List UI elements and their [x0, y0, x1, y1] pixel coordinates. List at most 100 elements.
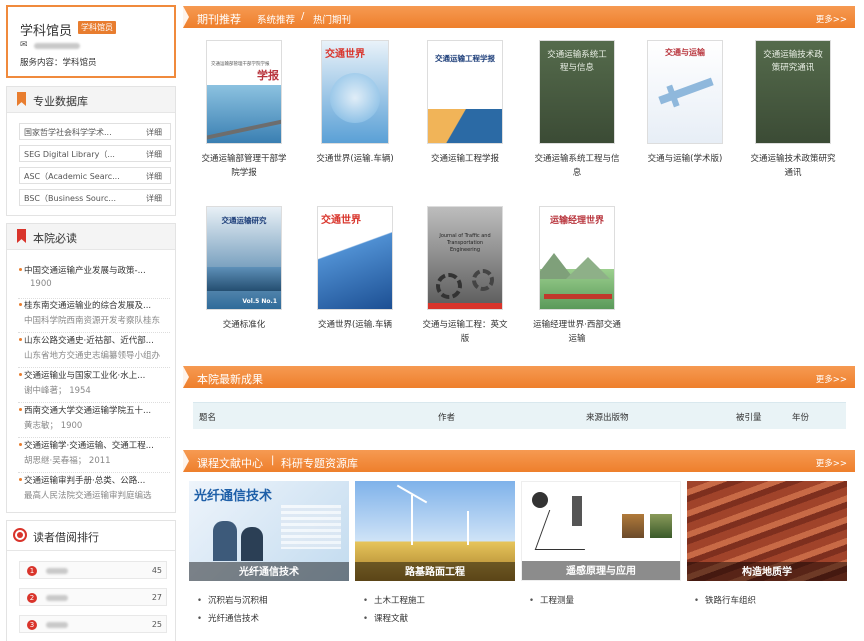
- journal-cover[interactable]: 交通运输部管理干部学院学报 学报: [206, 40, 282, 144]
- col-author: 作者: [438, 413, 456, 423]
- journal-card[interactable]: 交通世界 交通世界(运输.车辆: [310, 206, 400, 332]
- journal-cover[interactable]: 交通世界: [317, 206, 393, 310]
- must-read-link[interactable]: 交通运输审判手册·总类、公路...: [24, 474, 170, 486]
- must-read-header: 本院必读: [7, 224, 175, 250]
- achievements-title: 本院最新成果: [197, 373, 263, 386]
- ranking-row[interactable]: 1 45: [19, 561, 167, 579]
- list-item[interactable]: 桂东南交通运输业的综合发展及... 中国科学院西南资源开发考察队桂东: [18, 299, 174, 333]
- bullet-icon: [19, 303, 22, 306]
- journal-name[interactable]: 运输经理世界·西部交通运输: [532, 318, 622, 346]
- journal-name[interactable]: 交通运输系统工程与信息: [532, 152, 622, 180]
- must-read-meta: 谢中峰著； 1954: [24, 386, 91, 396]
- course-label[interactable]: 光纤通信技术: [189, 563, 349, 578]
- journal-cover[interactable]: 交通运输技术政策研究通讯: [755, 40, 831, 144]
- course-label[interactable]: 构造地质学: [687, 563, 847, 578]
- must-read-link[interactable]: 山东公路交通史·近祜部、近代部...: [24, 334, 170, 346]
- must-read-meta: 1900: [30, 279, 52, 289]
- journal-card[interactable]: Journal of Traffic and Transportation En…: [420, 206, 510, 346]
- database-link[interactable]: BSC（Business Sourc...: [24, 193, 136, 204]
- course-link[interactable]: 铁路行车组织: [694, 594, 756, 606]
- divider: [18, 472, 170, 473]
- journal-card[interactable]: 交通运输工程学报 交通运输工程学报: [420, 40, 510, 166]
- journal-cover[interactable]: 运输经理世界: [539, 206, 615, 310]
- journal-cover[interactable]: 交通运输工程学报: [427, 40, 503, 144]
- journal-name[interactable]: 交通运输技术政策研究通讯: [748, 152, 838, 180]
- course-card[interactable]: 遥感原理与应用: [521, 481, 681, 581]
- journal-card[interactable]: 交通世界 交通世界(运输.车辆): [310, 40, 400, 166]
- journal-name[interactable]: 交通标准化: [199, 318, 289, 332]
- journal-name[interactable]: 交通运输工程学报: [420, 152, 510, 166]
- database-link[interactable]: ASC（Academic Searc...: [24, 171, 136, 182]
- journal-cover[interactable]: 交通与运输: [647, 40, 723, 144]
- database-detail-link[interactable]: 详细: [146, 193, 162, 204]
- journal-card[interactable]: 交通与运输 交通与运输(学术版): [640, 40, 730, 166]
- list-item[interactable]: 交通运输业与国家工业化·水上... 谢中峰著； 1954: [18, 369, 174, 403]
- cover-title: 交通运输技术政策研究通讯: [763, 50, 823, 73]
- course-link[interactable]: 课程文献: [363, 612, 425, 624]
- journal-name[interactable]: 交通世界(运输.车辆): [310, 152, 400, 166]
- database-link[interactable]: SEG Digital Library（...: [24, 149, 136, 160]
- journal-cover[interactable]: 交通运输研究 Vol.5 No.1: [206, 206, 282, 310]
- course-link[interactable]: 光纤通信技术: [197, 612, 268, 624]
- rank-number: 2: [27, 593, 37, 603]
- must-read-link[interactable]: 交通运输业与国家工业化·水上...: [24, 369, 170, 381]
- course-label[interactable]: 遥感原理与应用: [522, 562, 680, 577]
- librarian-email-redacted: [34, 43, 80, 49]
- courses-header: 课程文献中心 | 科研专题资源库 更多>>: [183, 450, 855, 472]
- must-read-link[interactable]: 中国交通运输产业发展与政策-...: [24, 264, 170, 276]
- database-detail-link[interactable]: 详细: [146, 127, 162, 138]
- achievements-header: 本院最新成果 更多>>: [183, 366, 855, 388]
- journal-card[interactable]: 交通运输技术政策研究通讯 交通运输技术政策研究通讯: [748, 40, 838, 180]
- courses-more-link[interactable]: 更多>>: [816, 457, 847, 469]
- journal-name[interactable]: 交通世界(运输.车辆: [310, 318, 400, 332]
- journal-name[interactable]: 交通与运输工程：英文版: [420, 318, 510, 346]
- must-read-link[interactable]: 交通运输学·交通运输、交通工程...: [24, 439, 170, 451]
- journal-card[interactable]: 交通运输部管理干部学院学报 学报 交通运输部管理干部学院学报: [199, 40, 289, 180]
- col-title: 题名: [199, 413, 217, 423]
- journal-card[interactable]: 运输经理世界 运输经理世界·西部交通运输: [532, 206, 622, 346]
- database-item[interactable]: SEG Digital Library（... 详细: [19, 145, 171, 162]
- must-read-link[interactable]: 桂东南交通运输业的综合发展及...: [24, 299, 170, 311]
- course-banner-title: 光纤通信技术: [194, 489, 273, 504]
- database-item[interactable]: ASC（Academic Searc... 详细: [19, 167, 171, 184]
- database-item[interactable]: 国家哲学社会科学学术... 详细: [19, 123, 171, 140]
- cover-title: 运输经理世界: [549, 216, 604, 226]
- list-item[interactable]: 西南交通大学交通运输学院五十... 黄志敏； 1900: [18, 404, 174, 438]
- database-detail-link[interactable]: 详细: [146, 171, 162, 182]
- list-item[interactable]: 中国交通运输产业发展与政策-... 1900: [18, 264, 174, 299]
- course-card[interactable]: 构造地质学: [687, 481, 847, 581]
- course-link[interactable]: 土木工程施工: [363, 594, 425, 606]
- course-link[interactable]: 工程测量: [529, 594, 574, 606]
- journals-more-link[interactable]: 更多>>: [816, 13, 847, 25]
- ranking-row[interactable]: 2 27: [19, 588, 167, 606]
- database-detail-link[interactable]: 详细: [146, 149, 162, 160]
- course-label[interactable]: 路基路面工程: [355, 563, 515, 578]
- research-topics-title[interactable]: 科研专题资源库: [281, 455, 358, 471]
- course-link[interactable]: 沉积岩与沉积相: [197, 594, 268, 606]
- journal-cover[interactable]: 交通世界: [321, 40, 389, 144]
- journal-card[interactable]: 交通运输研究 Vol.5 No.1 交通标准化: [199, 206, 289, 332]
- course-card[interactable]: 光纤通信技术 光纤通信技术: [189, 481, 349, 581]
- course-card[interactable]: 路基路面工程: [355, 481, 515, 581]
- journal-name[interactable]: 交通与运输(学术版): [640, 152, 730, 166]
- list-item[interactable]: 交通运输审判手册·总类、公路... 最高人民法院交通运输审判庭编选: [19, 474, 174, 501]
- tab-system-recommend[interactable]: 系统推荐: [257, 12, 295, 26]
- database-item[interactable]: BSC（Business Sourc... 详细: [19, 189, 171, 206]
- list-item[interactable]: 山东公路交通史·近祜部、近代部... 山东省地方交通史志编纂领导小组办: [18, 334, 174, 368]
- bullet-icon: [19, 478, 22, 481]
- journal-cover[interactable]: 交通运输系统工程与信息: [539, 40, 615, 144]
- reader-name-redacted: [46, 568, 68, 574]
- must-read-link[interactable]: 西南交通大学交通运输学院五十...: [24, 404, 170, 416]
- achievements-more-link[interactable]: 更多>>: [816, 373, 847, 385]
- list-item[interactable]: 交通运输学·交通运输、交通工程... 胡思继·吴春福； 2011: [18, 439, 174, 473]
- ranking-row[interactable]: 3 25: [19, 615, 167, 633]
- tab-hot-journals[interactable]: 热门期刊: [313, 12, 351, 26]
- rank-number: 3: [27, 620, 37, 630]
- must-read-meta: 胡思继·吴春福； 2011: [24, 456, 111, 466]
- journal-card[interactable]: 交通运输系统工程与信息 交通运输系统工程与信息: [532, 40, 622, 180]
- database-link[interactable]: 国家哲学社会科学学术...: [24, 127, 136, 138]
- journal-cover[interactable]: Journal of Traffic and Transportation En…: [427, 206, 503, 310]
- journal-name[interactable]: 交通运输部管理干部学院学报: [199, 152, 289, 180]
- bullet-icon: [19, 408, 22, 411]
- courses-title[interactable]: 课程文献中心: [197, 455, 263, 471]
